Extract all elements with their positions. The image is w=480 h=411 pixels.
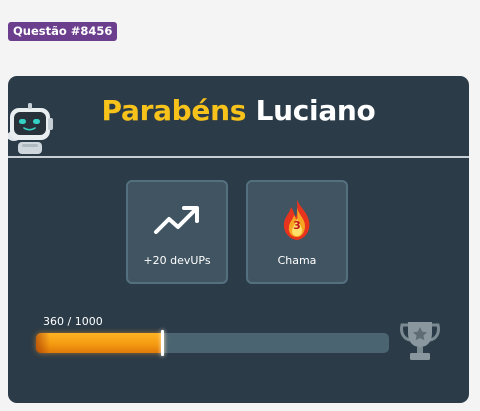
progress-fill (36, 333, 163, 353)
progress-marker (161, 330, 164, 356)
congratulations-title: Parabéns Luciano (8, 94, 469, 127)
progress-bar (36, 330, 389, 356)
progress-label: 360 / 1000 (43, 315, 103, 328)
reward-devups: +20 devUPs (126, 180, 228, 284)
trending-up-icon (154, 206, 199, 234)
flame-count: 3 (293, 219, 301, 232)
reward-devups-label: +20 devUPs (143, 254, 211, 267)
reward-flame-label: Chama (277, 254, 317, 267)
question-tag: Questão #8456 (8, 22, 118, 41)
reward-flame: 3 Chama (246, 180, 348, 284)
trophy-icon (400, 322, 440, 360)
user-name: Luciano (255, 94, 376, 127)
divider (8, 156, 469, 158)
congratulations-card: Parabéns Luciano +20 devUPs 3 Chama 360 (8, 76, 469, 403)
title-highlight: Parabéns (101, 94, 247, 127)
